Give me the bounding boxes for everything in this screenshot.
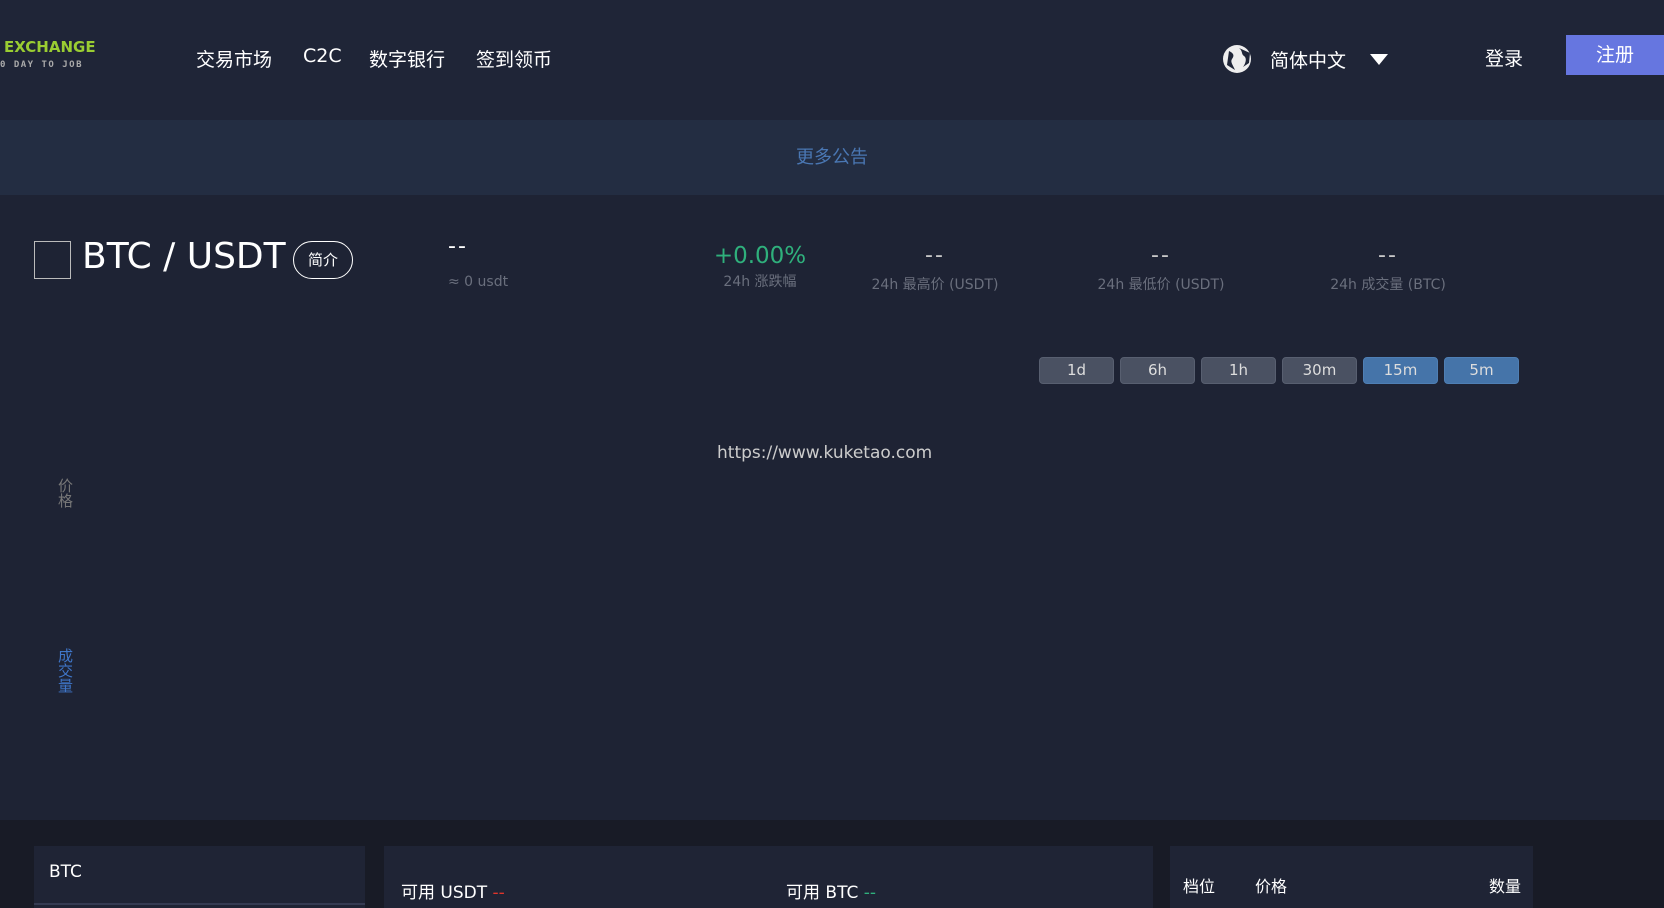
coin-panel: BTC	[34, 846, 365, 908]
volume-axis-label: 成交量	[56, 648, 74, 693]
chevron-down-icon[interactable]	[1370, 54, 1388, 65]
coin-tab-btc[interactable]: BTC	[49, 862, 82, 882]
language-select[interactable]: 简体中文	[1270, 46, 1346, 73]
stat-label: 24h 最低价 (USDT)	[1097, 277, 1225, 293]
stat-high: -- 24h 最高价 (USDT)	[825, 243, 1045, 294]
available-usdt-label: 可用 USDT	[401, 883, 488, 903]
price-axis-label: 价格	[56, 478, 74, 508]
col-price: 价格	[1255, 877, 1288, 896]
stat-value: --	[1378, 243, 1398, 268]
approx-price: ≈ 0 usdt	[448, 274, 509, 290]
available-btc: 可用 BTC --	[786, 878, 876, 903]
intro-button[interactable]: 简介	[293, 241, 353, 279]
interval-1d[interactable]: 1d	[1039, 357, 1114, 384]
available-btc-label: 可用 BTC	[786, 883, 859, 903]
stat-label: 24h 成交量 (BTC)	[1330, 277, 1446, 293]
logo-title[interactable]: EXCHANGE	[4, 38, 96, 56]
top-header: EXCHANGE 0 DAY TO JOB 交易市场 C2C 数字银行 签到领币…	[0, 0, 1664, 120]
globe-icon[interactable]	[1223, 45, 1251, 73]
stat-volume: -- 24h 成交量 (BTC)	[1278, 243, 1498, 294]
nav-digital-bank[interactable]: 数字银行	[369, 45, 445, 72]
order-book-panel: 档位 价格 数量	[1170, 846, 1533, 908]
watermark-url: https://www.kuketao.com	[717, 443, 933, 463]
available-usdt: 可用 USDT --	[401, 878, 505, 903]
login-link[interactable]: 登录	[1485, 44, 1523, 71]
stat-value: --	[925, 243, 945, 268]
col-amount: 数量	[1488, 877, 1521, 896]
coin-image-icon	[34, 241, 71, 279]
nav-checkin-coins[interactable]: 签到领币	[476, 45, 552, 72]
logo-subtitle: 0 DAY TO JOB	[0, 60, 84, 70]
nav-c2c[interactable]: C2C	[303, 45, 342, 67]
announcement-bar: 更多公告	[0, 120, 1664, 195]
available-usdt-value: --	[492, 883, 505, 903]
interval-5m[interactable]: 5m	[1444, 357, 1519, 384]
more-announcements-link[interactable]: 更多公告	[796, 147, 868, 168]
interval-30m[interactable]: 30m	[1282, 357, 1357, 384]
interval-6h[interactable]: 6h	[1120, 357, 1195, 384]
order-form-panel: 可用 USDT -- 可用 BTC --	[384, 846, 1153, 908]
register-button[interactable]: 注册	[1566, 35, 1664, 75]
stat-low: -- 24h 最低价 (USDT)	[1051, 243, 1271, 294]
stat-label: 24h 最高价 (USDT)	[871, 277, 999, 293]
tab-divider	[34, 903, 365, 905]
interval-15m[interactable]: 15m	[1363, 357, 1438, 384]
available-btc-value: --	[863, 883, 877, 903]
col-level: 档位	[1183, 877, 1216, 896]
nav-trade-market[interactable]: 交易市场	[196, 45, 272, 72]
last-price: --	[448, 234, 468, 259]
pair-title: BTC / USDT	[82, 236, 286, 277]
stat-value: --	[1151, 243, 1171, 268]
interval-1h[interactable]: 1h	[1201, 357, 1276, 384]
